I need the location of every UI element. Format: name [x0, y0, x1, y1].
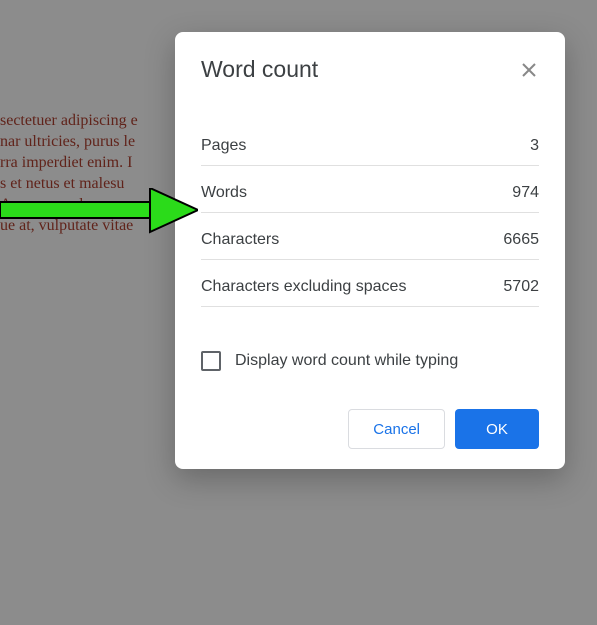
- characters-no-spaces-value: 5702: [503, 278, 539, 296]
- pages-value: 3: [530, 137, 539, 155]
- characters-value: 6665: [503, 231, 539, 249]
- pages-label: Pages: [201, 137, 246, 155]
- characters-no-spaces-row: Characters excluding spaces 5702: [201, 260, 539, 307]
- characters-label: Characters: [201, 231, 279, 249]
- display-while-typing-row: Display word count while typing: [201, 351, 539, 371]
- display-while-typing-label: Display word count while typing: [235, 352, 458, 370]
- close-icon: [521, 62, 537, 78]
- cancel-button[interactable]: Cancel: [348, 409, 445, 449]
- dialog-title: Word count: [201, 56, 318, 83]
- words-label: Words: [201, 184, 247, 202]
- display-while-typing-checkbox[interactable]: [201, 351, 221, 371]
- close-button[interactable]: [519, 60, 539, 80]
- words-row: Words 974: [201, 166, 539, 213]
- dialog-header: Word count: [201, 56, 539, 83]
- pages-row: Pages 3: [201, 119, 539, 166]
- word-count-dialog: Word count Pages 3 Words 974 Characters …: [175, 32, 565, 469]
- ok-button[interactable]: OK: [455, 409, 539, 449]
- characters-row: Characters 6665: [201, 213, 539, 260]
- dialog-actions: Cancel OK: [201, 409, 539, 449]
- characters-no-spaces-label: Characters excluding spaces: [201, 278, 406, 296]
- words-value: 974: [512, 184, 539, 202]
